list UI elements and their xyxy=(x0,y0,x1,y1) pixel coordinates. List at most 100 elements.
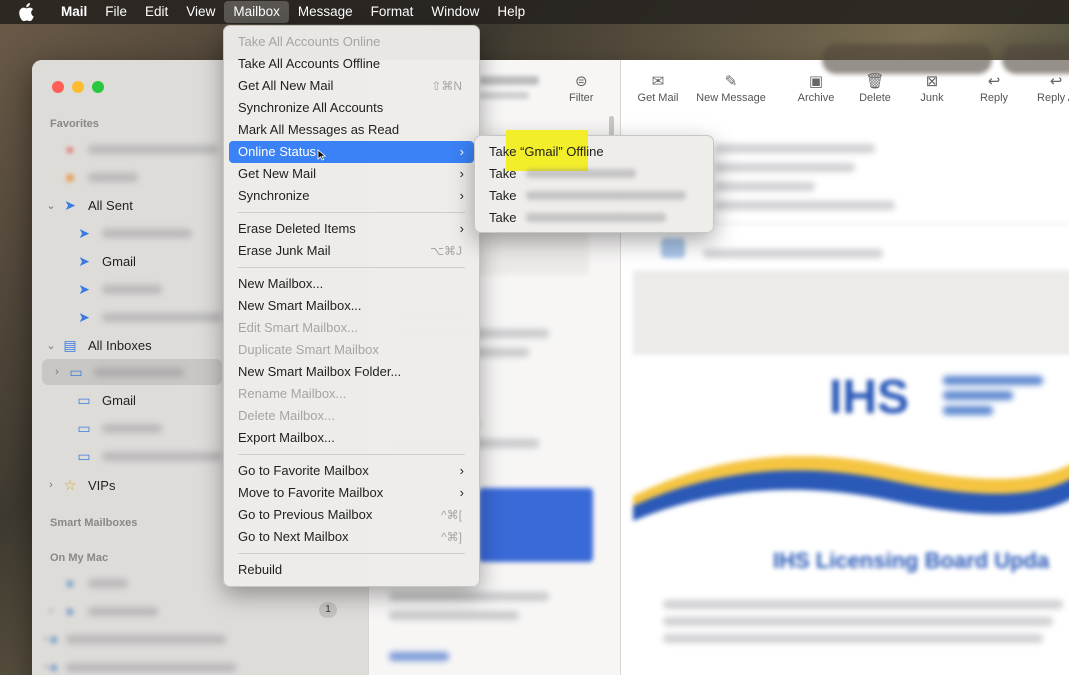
favorites-header: Favorites xyxy=(50,118,99,130)
sidebar-item-label: All Inboxes xyxy=(88,337,152,353)
sidebar-item-sent-account[interactable]: ➤ xyxy=(32,304,222,330)
menu-item-new-smart-mailbox[interactable]: New Smart Mailbox... xyxy=(229,295,474,317)
menu-item-previous-mailbox[interactable]: Go to Previous Mailbox ^⌘[ xyxy=(229,504,474,526)
sidebar-item-sent-account[interactable]: ➤ xyxy=(32,276,222,302)
menu-item-take-all-offline[interactable]: Take All Accounts Offline xyxy=(229,53,474,75)
menu-item-synchronize[interactable]: Synchronize › xyxy=(229,185,474,207)
unread-badge: 1 xyxy=(319,602,337,618)
sidebar-item-local[interactable]: › ■ xyxy=(32,598,222,624)
sidebar-item-inbox-gmail[interactable]: ▭ Gmail xyxy=(32,387,222,413)
chevron-right-icon[interactable]: › xyxy=(44,479,58,491)
paper-plane-icon: ➤ xyxy=(78,308,90,325)
sidebar-item-label: Gmail xyxy=(102,392,136,408)
ihs-logo: IHS xyxy=(829,371,910,424)
sidebar-item-sent-gmail[interactable]: ➤ Gmail xyxy=(32,248,222,274)
reply-all-button[interactable]: ↩ Reply A xyxy=(1029,72,1069,104)
shortcut-label: ⇧⌘N xyxy=(431,79,462,93)
junk-button[interactable]: ⊠ Junk xyxy=(919,72,945,104)
junk-icon: ⊠ xyxy=(925,73,939,90)
chevron-down-icon[interactable]: ⌄ xyxy=(44,199,58,212)
sidebar-item-local[interactable]: › ■ xyxy=(32,626,227,652)
menu-separator xyxy=(238,212,465,213)
star-icon: ☆ xyxy=(63,476,77,493)
sidebar-item-sent-account[interactable]: ➤ xyxy=(32,220,222,246)
menu-item-duplicate-smart-mailbox[interactable]: Duplicate Smart Mailbox xyxy=(229,339,474,361)
sidebar-item-inbox-account[interactable]: ▭ xyxy=(32,415,222,441)
chevron-right-icon: › xyxy=(459,485,464,500)
menu-mailbox[interactable]: Mailbox xyxy=(224,1,289,23)
apple-icon[interactable] xyxy=(18,3,36,21)
archive-button[interactable]: ▣ Archive xyxy=(795,72,837,104)
newsletter-headline: IHS Licensing Board Upda xyxy=(773,548,1050,573)
sidebar-item-inbox-account[interactable]: ▭ xyxy=(32,443,222,469)
scrollbar[interactable] xyxy=(609,116,614,136)
zoom-button[interactable] xyxy=(92,81,104,93)
get-mail-button[interactable]: ✉ Get Mail xyxy=(636,72,680,104)
menu-mail[interactable]: Mail xyxy=(52,1,96,23)
sidebar-item-vips[interactable]: › ☆ VIPs xyxy=(32,472,222,498)
envelope-icon: ✉ xyxy=(651,73,665,90)
chevron-right-icon: › xyxy=(459,144,464,159)
menu-file[interactable]: File xyxy=(96,1,136,23)
menu-item-go-to-favorite[interactable]: Go to Favorite Mailbox › xyxy=(229,460,474,482)
chevron-right-icon[interactable]: › xyxy=(50,366,64,378)
menu-message[interactable]: Message xyxy=(289,1,362,23)
chevron-right-icon: › xyxy=(459,188,464,203)
new-message-button[interactable]: ✎ New Message xyxy=(693,72,769,104)
tray-icon: ▤ xyxy=(63,336,77,353)
sidebar-item-favorite[interactable]: ■ xyxy=(32,164,222,190)
menu-view[interactable]: View xyxy=(177,1,224,23)
minimize-button[interactable] xyxy=(72,81,84,93)
tray-icon: ▭ xyxy=(69,363,83,380)
menu-item-take-account-offline[interactable]: Take xyxy=(480,185,708,207)
chevron-down-icon[interactable]: ⌄ xyxy=(44,339,58,352)
menu-item-next-mailbox[interactable]: Go to Next Mailbox ^⌘] xyxy=(229,526,474,548)
on-my-mac-header: On My Mac xyxy=(50,552,109,564)
sidebar-item-all-sent[interactable]: ⌄ ➤ All Sent xyxy=(32,192,222,218)
filter-button[interactable]: ⊜ Filter xyxy=(569,72,593,104)
menu-help[interactable]: Help xyxy=(488,1,534,23)
tray-icon: ▭ xyxy=(77,419,91,436)
filter-icon: ⊜ xyxy=(574,73,588,90)
menu-item-get-new-mail[interactable]: Get New Mail › xyxy=(229,163,474,185)
menu-item-erase-junk[interactable]: Erase Junk Mail ⌥⌘J xyxy=(229,240,474,262)
menu-item-take-account-offline[interactable]: Take xyxy=(480,163,708,185)
menu-item-mark-all-read[interactable]: Mark All Messages as Read xyxy=(229,119,474,141)
shortcut-label: ^⌘[ xyxy=(441,508,462,522)
sidebar-item-local[interactable]: ■ xyxy=(32,570,222,596)
selected-message-row[interactable] xyxy=(479,488,593,562)
folder-icon: ■ xyxy=(65,169,75,185)
menu-item-synchronize-all[interactable]: Synchronize All Accounts xyxy=(229,97,474,119)
menu-item-erase-deleted[interactable]: Erase Deleted Items › xyxy=(229,218,474,240)
reply-icon: ↩ xyxy=(987,73,1001,90)
menu-window[interactable]: Window xyxy=(422,1,488,23)
shortcut-label: ⌥⌘J xyxy=(430,244,462,258)
menu-separator xyxy=(238,267,465,268)
menu-item-new-mailbox[interactable]: New Mailbox... xyxy=(229,273,474,295)
sidebar-item-all-inboxes[interactable]: ⌄ ▤ All Inboxes xyxy=(32,332,222,358)
menu-item-online-status[interactable]: Online Status › xyxy=(229,141,474,163)
menu-item-get-all-new-mail[interactable]: Get All New Mail ⇧⌘N xyxy=(229,75,474,97)
menu-item-take-gmail-offline[interactable]: Take “Gmail” Offline xyxy=(480,141,708,163)
sidebar-item-inbox-account[interactable]: › ▭ xyxy=(32,359,222,385)
menu-edit[interactable]: Edit xyxy=(136,1,177,23)
delete-button[interactable]: 🗑 Delete xyxy=(857,72,893,104)
menu-item-export-mailbox[interactable]: Export Mailbox... xyxy=(229,427,474,449)
menu-item-edit-smart-mailbox[interactable]: Edit Smart Mailbox... xyxy=(229,317,474,339)
menu-item-take-account-offline[interactable]: Take xyxy=(480,207,708,229)
menu-item-move-to-favorite[interactable]: Move to Favorite Mailbox › xyxy=(229,482,474,504)
menu-item-take-all-online[interactable]: Take All Accounts Online xyxy=(229,31,474,53)
sidebar-item-favorite[interactable]: ● xyxy=(32,136,222,162)
menu-format[interactable]: Format xyxy=(362,1,423,23)
menu-bar: Mail File Edit View Mailbox Message Form… xyxy=(0,0,1069,24)
menu-item-new-smart-mailbox-folder[interactable]: New Smart Mailbox Folder... xyxy=(229,361,474,383)
menu-item-rename-mailbox[interactable]: Rename Mailbox... xyxy=(229,383,474,405)
paper-plane-icon: ➤ xyxy=(78,224,90,241)
mouse-cursor-icon xyxy=(317,149,327,161)
menu-item-rebuild[interactable]: Rebuild xyxy=(229,559,474,581)
reply-button[interactable]: ↩ Reply xyxy=(979,72,1009,104)
menu-item-delete-mailbox[interactable]: Delete Mailbox... xyxy=(229,405,474,427)
mailbox-menu: Take All Accounts Online Take All Accoun… xyxy=(223,25,480,587)
close-button[interactable] xyxy=(52,81,64,93)
sidebar-item-local[interactable]: › ■ xyxy=(32,654,237,675)
